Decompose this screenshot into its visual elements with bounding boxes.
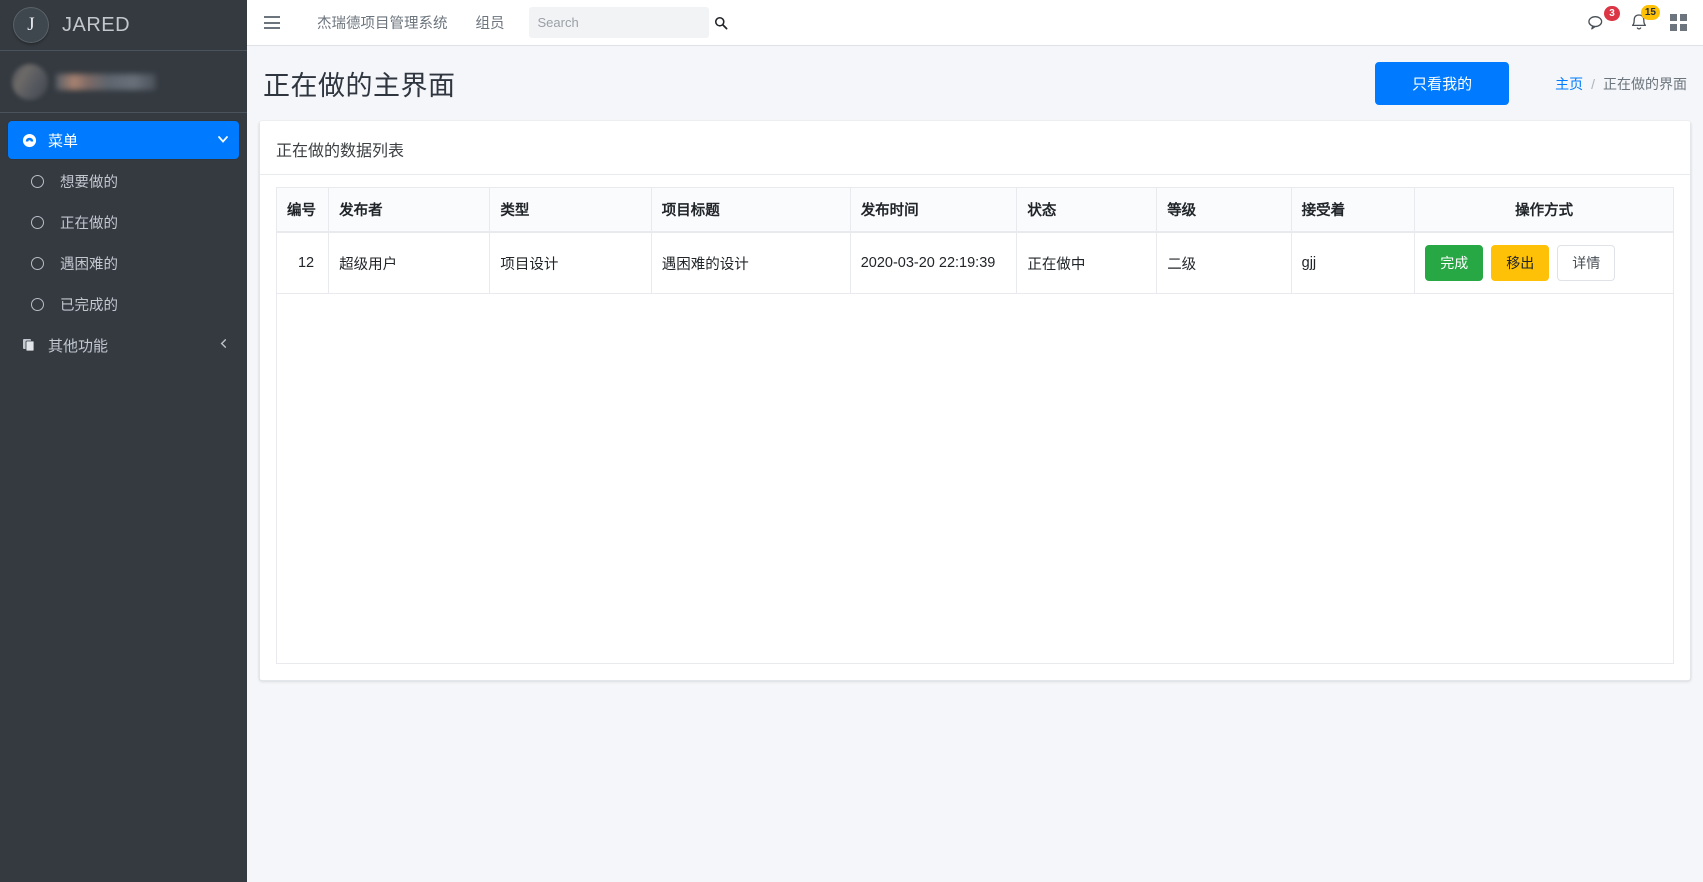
table-head: 编号 发布者 类型 项目标题 发布时间 状态 等级 接受着 操作方式 [277,188,1673,233]
sidebar-nav: 菜单 想要做的 正在做的 遇困难的 已完成的 其他功能 [0,113,247,364]
chevron-left-icon [218,338,229,352]
breadcrumb-current: 正在做的界面 [1603,75,1687,92]
cell-acceptor: gjj [1291,232,1416,294]
table-scroll-container[interactable]: 编号 发布者 类型 项目标题 发布时间 状态 等级 接受着 操作方式 12 超级… [276,187,1674,664]
chevron-down-icon [217,133,229,148]
avatar [12,63,48,100]
sidebar-item-other-label: 其他功能 [48,337,109,355]
cell-status: 正在做中 [1016,232,1158,294]
circle-icon [26,215,48,229]
cell-id: 12 [277,232,330,294]
search-icon[interactable] [714,16,728,30]
content: 正在做的数据列表 编号 发布者 类型 项目标题 发布时间 状态 等级 接受着 操… [247,111,1703,681]
sidebar-submenu: 想要做的 正在做的 遇困难的 已完成的 [8,162,239,323]
complete-button[interactable]: 完成 [1425,245,1484,281]
row-action-buttons: 完成 移出 详情 [1425,245,1663,281]
circle-icon [26,256,48,270]
table-empty-space [277,294,1673,594]
hamburger-icon[interactable] [257,8,287,38]
sidebar-item-menu-label: 菜单 [48,132,79,150]
navbar-link-system[interactable]: 杰瑞德项目管理系统 [303,12,462,33]
cell-actions: 完成 移出 详情 [1414,232,1673,294]
sidebar-item-blocked[interactable]: 遇困难的 [8,244,239,282]
sidebar-item-menu[interactable]: 菜单 [8,121,239,159]
cell-level: 二级 [1156,232,1292,294]
sidebar-item-label: 已完成的 [60,297,118,314]
main-area: 杰瑞德项目管理系统 组员 Search 3 15 正在做的主界面 只看我的 主页… [247,0,1703,882]
user-name-redacted [56,73,156,90]
content-wrapper: 正在做的主界面 只看我的 主页 / 正在做的界面 正在做的数据列表 编号 发布者… [247,46,1703,882]
column-header-publish-time[interactable]: 发布时间 [850,188,1018,233]
cell-type: 项目设计 [489,232,652,294]
grid-icon[interactable] [1670,14,1687,31]
sidebar: J JARED 菜单 想要做的 正在做的 遇困难的 已完成的 其他功能 [0,0,247,882]
navbar-left: 杰瑞德项目管理系统 组员 [257,7,727,38]
data-card: 正在做的数据列表 编号 发布者 类型 项目标题 发布时间 状态 等级 接受着 操… [259,121,1691,681]
card-title: 正在做的数据列表 [260,124,1690,175]
sidebar-item-other-functions[interactable]: 其他功能 [8,326,239,364]
cell-title: 遇困难的设计 [651,232,851,294]
search-input[interactable] [537,15,714,30]
navbar-link-members[interactable]: 组员 [462,12,519,33]
top-navbar: 杰瑞德项目管理系统 组员 Search 3 15 [247,0,1703,46]
circle-icon [26,297,48,311]
content-header: 正在做的主界面 只看我的 主页 / 正在做的界面 [247,46,1703,111]
column-header-acceptor[interactable]: 接受着 [1291,188,1416,233]
sidebar-item-want-todo[interactable]: 想要做的 [8,162,239,200]
brand-header[interactable]: J JARED [0,0,247,51]
column-header-id[interactable]: 编号 [277,188,330,233]
breadcrumb: 主页 / 正在做的界面 [1555,74,1687,94]
dashboard-icon [18,133,40,148]
bell-icon[interactable]: 15 [1630,5,1660,32]
tasks-table: 编号 发布者 类型 项目标题 发布时间 状态 等级 接受着 操作方式 12 超级… [277,188,1673,294]
breadcrumb-home-link[interactable]: 主页 [1555,74,1583,94]
sidebar-item-done[interactable]: 已完成的 [8,285,239,323]
sidebar-item-label: 遇困难的 [60,256,118,273]
table-body: 12 超级用户 项目设计 遇困难的设计 2020-03-20 22:19:39 … [277,232,1673,294]
table-row[interactable]: 12 超级用户 项目设计 遇困难的设计 2020-03-20 22:19:39 … [277,232,1673,294]
circle-icon [26,174,48,188]
cell-publish-time: 2020-03-20 22:19:39 [850,232,1018,294]
user-panel[interactable] [0,51,247,113]
chat-icon[interactable]: 3 [1588,6,1620,31]
card-body: 编号 发布者 类型 项目标题 发布时间 状态 等级 接受着 操作方式 12 超级… [260,175,1690,680]
column-header-type[interactable]: 类型 [489,188,652,233]
search-box[interactable] [528,7,727,38]
navbar-right: 3 15 [1588,5,1687,32]
column-header-actions[interactable]: 操作方式 [1414,188,1673,233]
brand-logo-letter: J [27,14,35,35]
app-root: J JARED 菜单 想要做的 正在做的 遇困难的 已完成的 其他功能 杰瑞德项… [0,0,1703,882]
breadcrumb-separator: / [1591,75,1595,92]
column-header-publisher[interactable]: 发布者 [328,188,491,233]
column-header-title[interactable]: 项目标题 [651,188,851,233]
only-mine-button[interactable]: 只看我的 [1375,62,1510,105]
remove-button[interactable]: 移出 [1491,245,1550,281]
copy-icon [18,338,40,352]
sidebar-item-label: 正在做的 [60,215,118,232]
column-header-level[interactable]: 等级 [1156,188,1292,233]
bell-badge: 15 [1640,5,1660,20]
cell-publisher: 超级用户 [328,232,491,294]
table-header-row: 编号 发布者 类型 项目标题 发布时间 状态 等级 接受着 操作方式 [277,188,1673,233]
brand-logo-icon: J [14,8,48,42]
header-actions: 只看我的 主页 / 正在做的界面 [1375,62,1687,105]
column-header-status[interactable]: 状态 [1016,188,1158,233]
chat-badge: 3 [1604,6,1620,21]
page-title: 正在做的主界面 [263,71,456,101]
sidebar-item-label: 想要做的 [60,174,118,191]
details-button[interactable]: 详情 [1557,245,1616,281]
brand-title: JARED [62,13,131,36]
sidebar-item-doing[interactable]: 正在做的 [8,203,239,241]
